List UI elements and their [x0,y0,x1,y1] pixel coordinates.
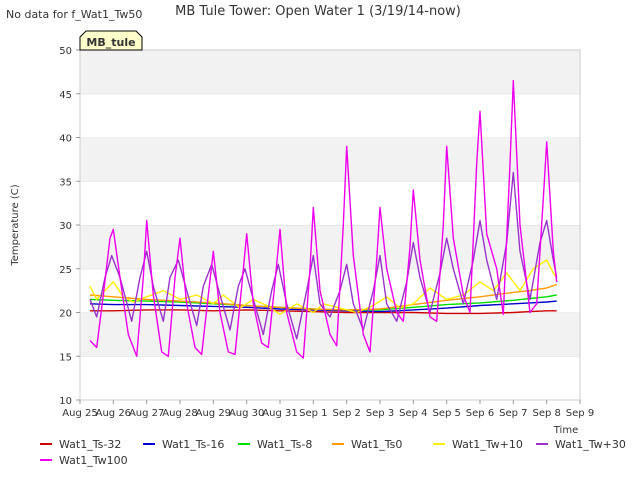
x-tick-label: Sep 3 [366,408,394,419]
grid-band [80,50,580,94]
legend-label: Wat1_Ts-32 [59,438,121,451]
x-tick-label: Sep 1 [299,408,327,419]
x-tick-label: Sep 2 [332,408,360,419]
y-tick-label: 45 [59,90,72,101]
chart-canvas: Aug 25Aug 26Aug 27Aug 28Aug 29Aug 30Aug … [6,4,626,467]
y-axis-ticks: 10 15 20 25 30 35 40 45 50 [59,46,80,407]
y-tick-label: 15 [59,352,72,363]
x-tick-label: Aug 31 [262,408,297,419]
y-tick-label: 50 [59,46,72,57]
x-axis-ticks: Aug 25Aug 26Aug 27Aug 28Aug 29Aug 30Aug … [62,400,594,419]
station-badge: MB_tule [79,30,143,51]
x-tick-label: Aug 26 [96,408,131,419]
legend-item-wat1-ts-8: Wat1_Ts-8 [238,438,312,451]
chart-title: MB Tule Tower: Open Water 1 (3/19/14-now… [175,4,461,19]
no-data-note: No data for f_Wat1_Tw50 [6,8,142,21]
legend-item-wat1-tw-30: Wat1_Tw+30 [536,438,626,451]
x-tick-label: Sep 5 [432,408,460,419]
grid-bands [80,49,580,400]
legend-label: Wat1_Ts0 [351,438,402,451]
x-tick-label: Sep 9 [566,408,594,419]
grid-band [80,356,580,400]
y-axis-label: Temperature (C) [10,184,21,266]
legend-item-wat1-ts-32: Wat1_Ts-32 [40,438,121,451]
y-tick-label: 30 [59,221,72,232]
station-badge-label: MB_tule [86,36,135,49]
x-tick-label: Aug 30 [229,408,264,419]
x-tick-label: Aug 29 [196,408,231,419]
y-tick-label: 10 [59,396,72,407]
legend-label: Wat1_Tw100 [59,454,128,467]
legend-item-wat1-tw-10: Wat1_Tw+10 [433,438,523,451]
y-tick-label: 40 [59,134,72,145]
x-tick-label: Sep 8 [532,408,560,419]
grid-band [80,137,580,182]
legend-item-wat1-tw100: Wat1_Tw100 [40,454,128,467]
x-tick-label: Sep 6 [466,408,494,419]
grid-band [80,181,580,225]
legend: Wat1_Ts-32 Wat1_Ts-16 Wat1_Ts-8 Wat1_Ts0 Wat… [40,438,626,467]
legend-label: Wat1_Ts-16 [162,438,224,451]
x-tick-label: Sep 7 [499,408,527,419]
x-tick-label: Sep 4 [399,408,427,419]
x-axis-label: Time [553,425,578,436]
legend-label: Wat1_Tw+10 [452,438,523,451]
legend-item-wat1-ts0: Wat1_Ts0 [332,438,402,451]
grid-band [80,93,580,138]
y-tick-label: 20 [59,309,72,320]
x-tick-label: Aug 28 [162,408,197,419]
legend-label: Wat1_Tw+30 [555,438,626,451]
legend-item-wat1-ts-16: Wat1_Ts-16 [143,438,224,451]
x-tick-label: Aug 27 [129,408,164,419]
y-tick-label: 25 [59,265,72,276]
y-tick-label: 35 [59,177,72,188]
x-tick-label: Aug 25 [62,408,97,419]
legend-label: Wat1_Ts-8 [257,438,312,451]
